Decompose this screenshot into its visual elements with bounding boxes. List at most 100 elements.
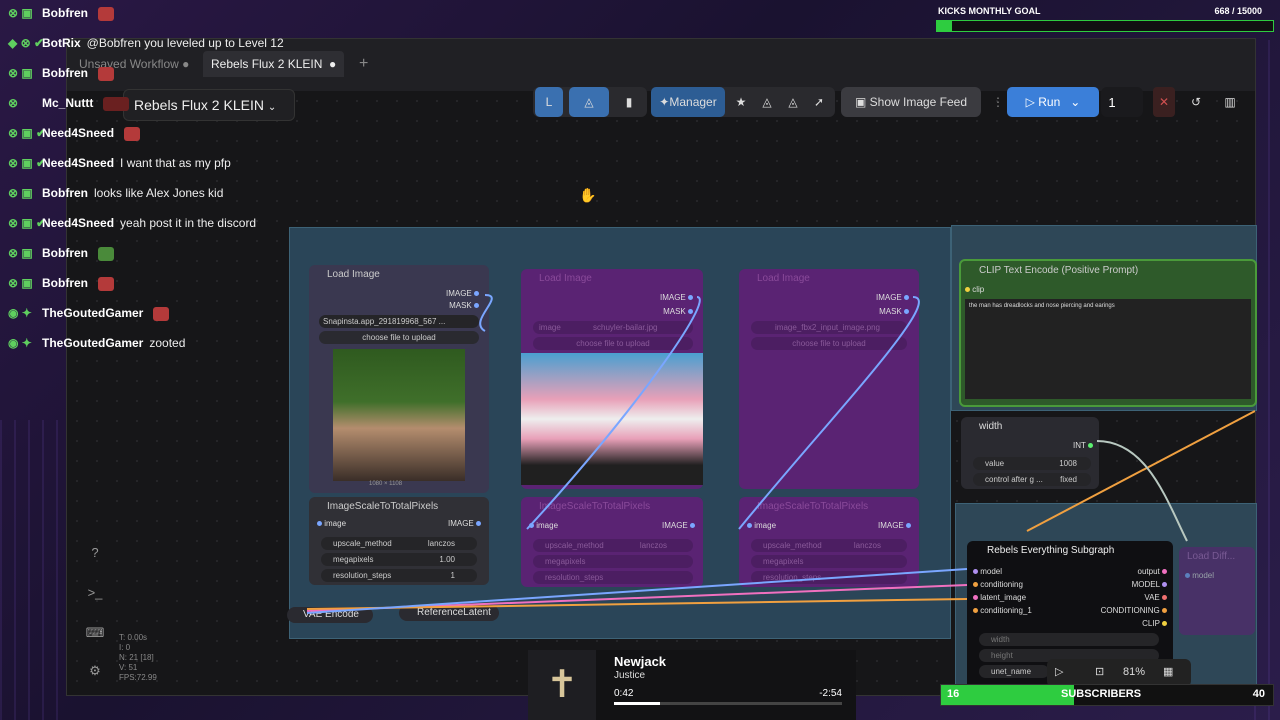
show-image-feed-label: ▣ Show Image Feed (854, 95, 968, 109)
run-label: ▷ Run ⌄ (1007, 87, 1099, 117)
chat-user: TheGoutedGamer (42, 336, 144, 350)
help-icon[interactable]: ? (85, 543, 105, 563)
select-tool-icon[interactable]: ▷ (1055, 665, 1063, 678)
subs-label: SUBSCRIBERS (1061, 688, 1142, 700)
toolbar-manager-group: ✦ Manager ★ ◬ ◬ ➚ (651, 87, 835, 117)
chat-message: ⊗ ▣ ✔Need4Sneed I want that as my pfp (8, 150, 348, 176)
new-tab-button[interactable]: + (351, 51, 376, 77)
terminal-icon[interactable]: >_ (85, 583, 105, 603)
chat-message: ⊗ ▣ ✔Need4Sneed (8, 120, 348, 146)
cancel-icon[interactable]: ✕ (1153, 87, 1175, 117)
hand-cursor-icon: ✋ (579, 187, 597, 203)
drag-handle-icon[interactable]: ⋮ (991, 87, 1005, 117)
chat-message: ⊗ ▣ Bobfren (8, 270, 348, 296)
chat-user: Need4Sneed (42, 126, 115, 140)
goal-value: 668 / 15000 (1214, 6, 1262, 16)
chat-message: ⊗ ▣ ✔Need4Sneed yeah post it in the disco… (8, 210, 348, 236)
monthly-goal-widget: KICKS MONTHLY GOAL 668 / 15000 (934, 4, 1274, 32)
share-icon[interactable]: ➚ (807, 87, 831, 117)
emote-icon (98, 246, 114, 261)
link-int (1096, 440, 1188, 542)
stat-i: I: 0 (119, 643, 131, 652)
fit-view-icon[interactable]: ⊡ (1095, 665, 1104, 678)
run-button[interactable]: ▷ Run ⌄ (1007, 87, 1099, 117)
badges-icon: ⊗ ▣ (8, 6, 33, 20)
chat-user: Bobfren (42, 66, 88, 80)
chat-message: ◉ ✦ TheGoutedGamer (8, 300, 348, 326)
emote-icon (124, 126, 141, 141)
emote-icon (98, 66, 114, 81)
minimap-icon[interactable]: ▦ (1163, 665, 1173, 678)
goal-progress-bar (936, 20, 1274, 32)
cross-icon: ✝ (528, 650, 596, 720)
bookmark-icon[interactable]: ▮ (615, 87, 643, 117)
chat-user: TheGoutedGamer (42, 306, 144, 320)
keyboard-icon[interactable]: ⌨ (85, 623, 105, 643)
canvas-zoom-controls: ▷ ⊡ 81% ▦ (1047, 659, 1191, 687)
chat-user: Mc_Nuttt (42, 96, 94, 110)
triangle-icon-2[interactable]: ◬ (781, 87, 805, 117)
toolbar-left-group: L ◬ ▮ (533, 87, 647, 117)
subs-progress-fill (941, 685, 1074, 705)
chat-user: BotRix (42, 36, 81, 50)
chat-user: Need4Sneed (42, 216, 115, 230)
chat-message: ⊗ Mc_Nuttt (8, 90, 348, 116)
run-count-field[interactable]: 1 (1101, 87, 1143, 117)
comfy-logo-icon[interactable]: ◬ (569, 87, 609, 117)
panel-toggle-icon[interactable]: ▥ (1219, 87, 1241, 117)
canvas-stats: T: 0.00s I: 0 N: 21 [18] V: 51 FPS:72.99 (119, 633, 157, 683)
bg-decoration-left (0, 420, 66, 720)
track-artist: Justice (614, 670, 646, 681)
manager-label: Manager (669, 95, 717, 109)
chat-text: I want that as my pfp (120, 156, 231, 170)
show-image-feed-text: Show Image Feed (869, 95, 968, 109)
link-image-2 (526, 296, 701, 530)
chat-message: ⊗ ▣ Bobfren (8, 0, 348, 26)
link-vae (306, 568, 968, 614)
link-conditioning (306, 598, 968, 610)
show-image-feed-button[interactable]: ▣ Show Image Feed (841, 87, 981, 117)
chat-user: Bobfren (42, 246, 88, 260)
goal-progress-fill (937, 21, 953, 31)
chat-text: looks like Alex Jones kid (94, 186, 224, 200)
track-remaining: -2:54 (819, 688, 842, 699)
emote-icon (98, 276, 114, 291)
track-progress-bar (614, 702, 842, 705)
link-width (1026, 410, 1255, 532)
subs-current: 16 (947, 688, 960, 700)
history-icon[interactable]: ↺ (1185, 87, 1207, 117)
now-playing-widget: ✝ Newjack Justice 0:42 -2:54 (528, 650, 856, 720)
zoom-level[interactable]: 81% (1123, 666, 1145, 678)
stat-n: N: 21 [18] (119, 653, 154, 662)
badges-icon: ⊗ ▣ (8, 246, 33, 260)
badges-icon: ⊗ ▣ ✔ (8, 156, 47, 170)
logo-button[interactable]: L (535, 87, 563, 117)
badges-icon: ⊗ ▣ (8, 186, 33, 200)
track-elapsed: 0:42 (614, 688, 634, 699)
chat-user: Bobfren (42, 6, 88, 20)
track-progress-fill (614, 702, 660, 705)
triangle-icon[interactable]: ◬ (755, 87, 779, 117)
badges-icon: ⊗ ▣ (8, 276, 33, 290)
run-count-value: 1 (1108, 94, 1116, 110)
chat-message: ⊗ ▣ Bobfren (8, 240, 348, 266)
stat-fps: FPS:72.99 (119, 673, 157, 682)
star-icon[interactable]: ★ (729, 87, 753, 117)
manager-button[interactable]: ✦ Manager (651, 87, 725, 117)
chat-message: ⊗ ▣ Bobfren looks like Alex Jones kid (8, 180, 348, 206)
gear-icon[interactable]: ⚙ (85, 661, 105, 681)
bg-decoration-right (1254, 40, 1280, 720)
link-image (479, 294, 493, 332)
emote-icon (98, 6, 114, 21)
link-image-3 (738, 296, 920, 530)
stat-v: V: 51 (119, 663, 138, 672)
chat-user: Bobfren (42, 276, 88, 290)
badges-icon: ⊗ ▣ (8, 66, 33, 80)
track-title: Newjack (614, 654, 667, 669)
badges-icon: ◆ ⊗ ✔ (8, 36, 45, 50)
run-text: Run (1038, 95, 1061, 109)
chat-text: @Bobfren you leveled up to Level 12 (86, 36, 284, 50)
chat-message: ◆ ⊗ ✔BotRix @Bobfren you leveled up to Le… (8, 30, 348, 56)
goal-title: KICKS MONTHLY GOAL (938, 6, 1041, 16)
chat-user: Bobfren (42, 186, 88, 200)
